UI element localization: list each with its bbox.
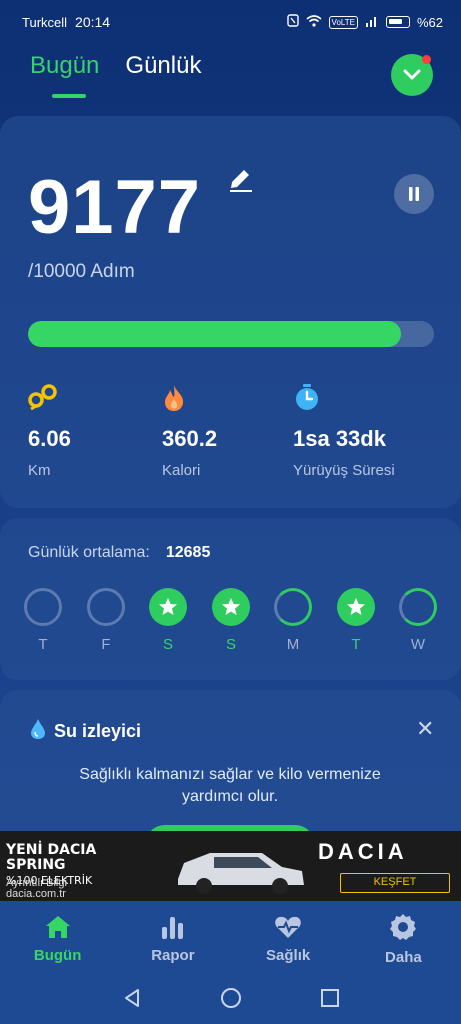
day-letter: S (225, 636, 236, 653)
battery-percent: %62 (416, 14, 443, 30)
steps-progress-fill (28, 321, 401, 347)
walk-time-value: 1sa 33dk (293, 426, 386, 451)
day-item[interactable]: S (211, 588, 251, 653)
status-bar: Turkcell 20:14 VoLTE %62 (0, 0, 461, 44)
day-item[interactable]: S (148, 588, 188, 653)
signal-icon (365, 15, 379, 30)
close-icon[interactable]: ✕ (416, 716, 434, 742)
edit-goal-icon[interactable] (228, 168, 254, 197)
day-progress-ring (87, 588, 125, 626)
heart-pulse-icon (275, 916, 301, 938)
daily-average-card: Günlük ortalama: 12685 T F S S M T W (0, 518, 461, 680)
water-tracker-title: Su izleyici (54, 721, 142, 741)
day-item[interactable]: T (23, 588, 63, 653)
chevron-down-icon (403, 69, 421, 80)
day-item[interactable]: F (86, 588, 126, 653)
nav-health[interactable]: Sağlık (231, 901, 346, 977)
steps-count: 9177 (28, 165, 202, 250)
day-star-badge (212, 588, 250, 626)
nav-label: Daha (385, 948, 422, 966)
distance-icon (28, 384, 71, 412)
top-tabs: Bugün Günlük (30, 52, 201, 98)
day-letter: M (286, 636, 300, 653)
home-icon (45, 915, 70, 938)
day-item[interactable]: W (398, 588, 438, 653)
star-icon (159, 598, 177, 615)
day-star-badge (149, 588, 187, 626)
steps-progress-bar (28, 321, 434, 347)
ad-line: SPRING (6, 857, 66, 873)
day-progress-ring (399, 588, 437, 626)
clock: 20:14 (75, 14, 111, 30)
wifi-icon (306, 14, 322, 30)
distance-label: Km (28, 462, 51, 479)
nav-label: Sağlık (266, 946, 311, 964)
nav-today[interactable]: Bugün (0, 901, 115, 977)
stopwatch-icon (293, 384, 395, 412)
recents-icon[interactable] (320, 988, 340, 1013)
day-progress-ring (24, 588, 62, 626)
stat-calories: 360.2 Kalori (162, 384, 217, 479)
bar-chart-icon (161, 916, 183, 939)
day-star-badge (337, 588, 375, 626)
pause-button[interactable] (394, 174, 434, 214)
car-image (170, 841, 310, 896)
ad-cta-button[interactable]: KEŞFET (340, 873, 450, 893)
volte-badge: VoLTE (328, 15, 358, 29)
calories-value: 360.2 (162, 426, 218, 451)
day-letter: T (351, 636, 361, 653)
carrier-name: Turkcell (22, 14, 68, 30)
day-item[interactable]: T (336, 588, 376, 653)
ad-url: dacia.com.tr (6, 888, 66, 900)
water-tracker-description: Sağlıklı kalmanızı sağlar ve kilo vermen… (79, 766, 381, 805)
pause-icon (409, 187, 419, 201)
nav-more[interactable]: Daha (346, 901, 461, 977)
battery-icon (385, 16, 410, 28)
system-navigation-bar (0, 977, 461, 1024)
day-letter: W (410, 636, 426, 653)
steps-goal: /10000 Adım (28, 261, 135, 282)
day-item[interactable]: M (273, 588, 313, 653)
sync-check-button[interactable] (391, 54, 433, 96)
nfc-icon (286, 14, 299, 30)
day-progress-ring (274, 588, 312, 626)
bottom-navigation: Bugün Rapor Sağlık Daha (0, 901, 461, 977)
nav-label: Bugün (33, 946, 82, 964)
daily-average-value: 12685 (165, 544, 211, 561)
tab-daily[interactable]: Günlük (125, 52, 201, 80)
day-letter: T (38, 636, 48, 653)
stat-walk-time: 1sa 33dk Yürüyüş Süresi (293, 384, 395, 479)
nav-report[interactable]: Rapor (115, 901, 230, 977)
gear-icon (390, 913, 417, 940)
nav-label: Rapor (151, 946, 195, 964)
tab-today[interactable]: Bugün (30, 52, 99, 98)
star-icon (347, 598, 365, 615)
star-icon (222, 598, 240, 615)
notification-dot (422, 55, 431, 64)
fire-icon (162, 384, 217, 412)
ad-banner[interactable]: YENİ DACIA SPRING %100 ELEKTRİK Ayrıntıl… (0, 831, 461, 901)
day-letter: F (101, 636, 111, 653)
back-icon[interactable] (122, 988, 142, 1013)
calories-label: Kalori (162, 462, 201, 479)
walk-time-label: Yürüyüş Süresi (293, 462, 395, 479)
ad-line: YENİ DACIA (6, 842, 97, 858)
daily-average-label: Günlük ortalama: (28, 544, 150, 561)
water-drop-icon (30, 718, 46, 745)
day-letter: S (162, 636, 173, 653)
home-circle-icon[interactable] (220, 987, 242, 1014)
distance-value: 6.06 (28, 426, 71, 451)
stat-distance: 6.06 Km (28, 384, 71, 479)
ad-brand-logo: DACIA (318, 839, 408, 864)
